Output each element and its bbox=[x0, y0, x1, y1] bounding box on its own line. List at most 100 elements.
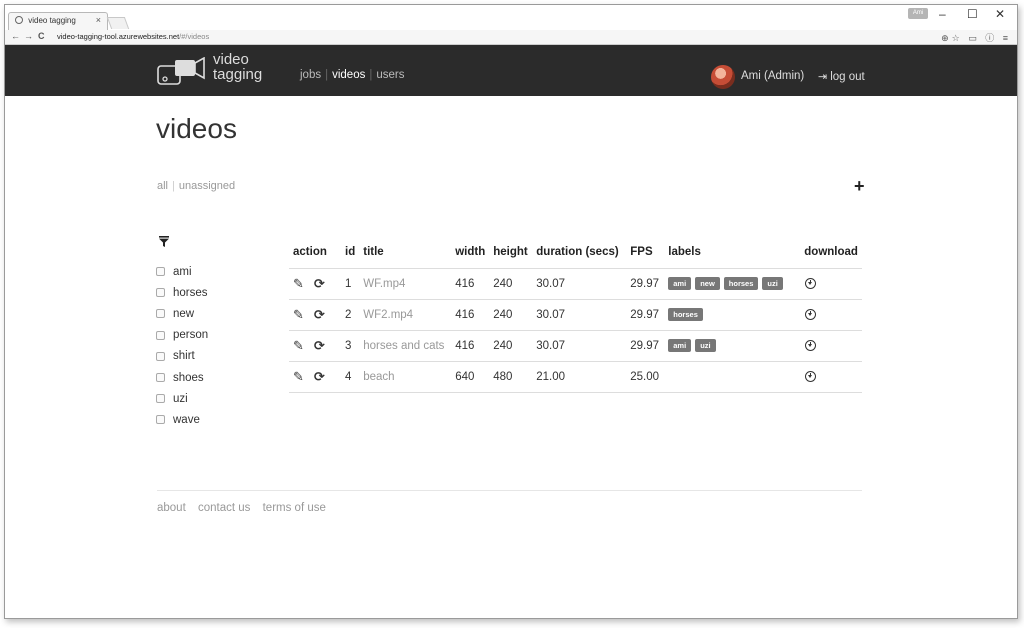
logout-label: log out bbox=[830, 71, 865, 83]
edit-icon[interactable]: ✎ bbox=[293, 307, 304, 323]
label-chip: ami bbox=[668, 277, 692, 290]
label-filter-item[interactable]: wave bbox=[156, 409, 208, 430]
footer: about contact us terms of use bbox=[157, 490, 862, 514]
cell-height: 240 bbox=[489, 268, 533, 300]
address-bar-icons[interactable]: ⊕☆ ▭ ⓘ ≡ bbox=[941, 31, 1011, 44]
label-filter-item[interactable]: uzi bbox=[156, 388, 208, 409]
cell-fps: 25.00 bbox=[626, 361, 665, 393]
cell-id: 3 bbox=[341, 330, 360, 362]
edit-icon[interactable]: ✎ bbox=[293, 338, 304, 354]
cell-labels: horses bbox=[664, 299, 801, 331]
tab-title: video tagging bbox=[28, 16, 76, 25]
download-icon[interactable] bbox=[805, 370, 817, 382]
filter-all-link[interactable]: all bbox=[157, 180, 168, 192]
col-duration: duration (secs) bbox=[532, 237, 627, 269]
label-filter-name: new bbox=[173, 307, 195, 320]
reload-button[interactable]: C bbox=[38, 31, 45, 41]
url-host: video-tagging-tool.azurewebsites.net bbox=[57, 32, 180, 41]
label-checkbox[interactable] bbox=[156, 288, 165, 298]
videos-table: action id title width height duration (s… bbox=[289, 237, 862, 393]
url-field[interactable]: video-tagging-tool.azurewebsites.net/#/v… bbox=[57, 32, 209, 41]
col-fps: FPS bbox=[626, 237, 665, 269]
label-chip: uzi bbox=[695, 339, 716, 352]
footer-contact-link[interactable]: contact us bbox=[198, 502, 250, 514]
profile-badge[interactable]: Ami bbox=[908, 8, 928, 19]
cell-duration: 30.07 bbox=[532, 268, 627, 300]
browser-tab[interactable]: video tagging × bbox=[8, 12, 108, 30]
col-id: id bbox=[341, 237, 360, 269]
col-title: title bbox=[359, 237, 452, 269]
label-checkbox[interactable] bbox=[156, 309, 165, 319]
edit-icon[interactable]: ✎ bbox=[293, 369, 304, 385]
label-filter-name: person bbox=[173, 329, 209, 342]
logo-line-1: video bbox=[213, 51, 249, 68]
refresh-icon[interactable]: ⟳ bbox=[314, 307, 325, 323]
maximize-button[interactable]: ☐ bbox=[967, 7, 978, 21]
filter-unassigned-link[interactable]: unassigned bbox=[179, 180, 235, 192]
logo-text[interactable]: video tagging bbox=[213, 52, 262, 82]
refresh-icon[interactable]: ⟳ bbox=[314, 338, 325, 354]
address-bar: ← → C video-tagging-tool.azurewebsites.n… bbox=[5, 30, 1017, 45]
cell-title-link[interactable]: beach bbox=[359, 361, 452, 393]
cell-duration: 30.07 bbox=[532, 330, 627, 362]
logout-link[interactable]: ⇥ log out bbox=[818, 70, 865, 83]
col-action: action bbox=[289, 237, 341, 269]
label-filter-name: horses bbox=[173, 286, 208, 299]
cell-title-link[interactable]: horses and cats bbox=[359, 330, 452, 362]
label-chip: horses bbox=[668, 308, 703, 321]
col-download: download bbox=[800, 237, 862, 269]
footer-about-link[interactable]: about bbox=[157, 502, 186, 514]
minimize-button[interactable]: – bbox=[939, 7, 946, 21]
edit-icon[interactable]: ✎ bbox=[293, 276, 304, 292]
refresh-icon[interactable]: ⟳ bbox=[314, 369, 325, 385]
cell-height: 480 bbox=[489, 361, 533, 393]
add-video-icon[interactable]: + bbox=[854, 176, 865, 197]
cell-height: 240 bbox=[489, 330, 533, 362]
download-icon[interactable] bbox=[805, 339, 817, 351]
label-filter-item[interactable]: shoes bbox=[156, 367, 208, 388]
label-filter-item[interactable]: person bbox=[156, 325, 208, 346]
nav-videos[interactable]: videos bbox=[332, 69, 365, 81]
label-filter-item[interactable]: shirt bbox=[156, 346, 208, 367]
cell-width: 416 bbox=[451, 330, 490, 362]
label-filter-name: uzi bbox=[173, 392, 188, 405]
label-chip: ami bbox=[668, 339, 692, 352]
label-filter-item[interactable]: ami bbox=[156, 261, 208, 282]
cell-title-link[interactable]: WF2.mp4 bbox=[359, 299, 452, 331]
tab-strip: video tagging × Ami – ☐ ✕ bbox=[5, 5, 1017, 30]
cell-title-link[interactable]: WF.mp4 bbox=[359, 268, 452, 300]
label-checkbox[interactable] bbox=[156, 267, 165, 277]
tab-close-icon[interactable]: × bbox=[96, 15, 101, 25]
col-labels: labels bbox=[664, 237, 801, 269]
label-filter-item[interactable]: horses bbox=[156, 282, 208, 303]
download-icon[interactable] bbox=[805, 277, 817, 289]
new-tab-button[interactable] bbox=[106, 17, 130, 29]
label-filter-item[interactable]: new bbox=[156, 303, 208, 324]
back-button[interactable]: ← bbox=[11, 31, 20, 41]
label-checkbox[interactable] bbox=[156, 373, 165, 383]
label-checkbox[interactable] bbox=[156, 330, 165, 340]
table-row: ✎ ⟳ 3 horses and cats 416 240 30.07 29.97… bbox=[289, 330, 862, 362]
user-name: Ami (Admin) bbox=[741, 70, 805, 82]
download-icon[interactable] bbox=[805, 308, 817, 320]
filter-separator: | bbox=[172, 180, 175, 192]
label-checkbox[interactable] bbox=[156, 394, 165, 404]
label-checkbox[interactable] bbox=[156, 351, 165, 361]
cell-duration: 21.00 bbox=[532, 361, 627, 393]
cell-fps: 29.97 bbox=[626, 330, 665, 362]
nav-jobs[interactable]: jobs bbox=[300, 69, 321, 81]
cell-labels: ami new horses uzi bbox=[664, 268, 801, 300]
nav-users[interactable]: users bbox=[376, 69, 404, 81]
label-filter-list: ami horses new person shirt shoes uzi wa… bbox=[156, 261, 208, 431]
col-height: height bbox=[489, 237, 533, 269]
close-button[interactable]: ✕ bbox=[995, 7, 1005, 21]
label-filter-name: ami bbox=[173, 265, 192, 278]
footer-terms-link[interactable]: terms of use bbox=[263, 502, 326, 514]
label-checkbox[interactable] bbox=[156, 415, 165, 425]
table-row: ✎ ⟳ 4 beach 640 480 21.00 25.00 bbox=[289, 361, 862, 393]
filter-funnel-icon bbox=[159, 236, 169, 247]
video-camera-logo-icon[interactable] bbox=[157, 57, 209, 87]
forward-button[interactable]: → bbox=[24, 31, 33, 41]
col-width: width bbox=[451, 237, 490, 269]
refresh-icon[interactable]: ⟳ bbox=[314, 276, 325, 292]
